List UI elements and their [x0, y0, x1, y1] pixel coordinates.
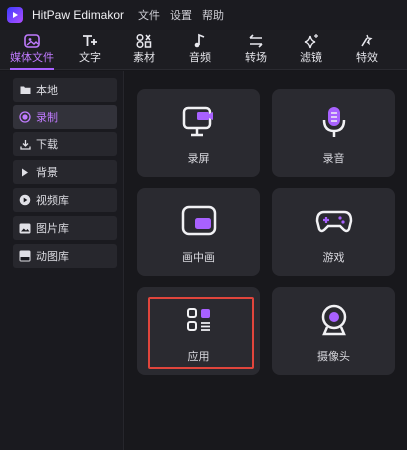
sidebar-item-gif-library[interactable]: 动图库 — [13, 244, 117, 268]
webcam-icon — [317, 303, 351, 337]
transition-arrows-icon — [245, 32, 267, 50]
gamepad-icon — [314, 204, 354, 238]
picture-in-picture-icon — [180, 204, 218, 238]
sidebar-item-background[interactable]: 背景 — [13, 160, 117, 184]
card-label: 录屏 — [187, 152, 210, 165]
tab-label: 特效 — [356, 51, 378, 64]
tab-text[interactable]: 文字 — [65, 32, 115, 68]
menu-file[interactable]: 文件 — [138, 7, 160, 23]
sparkle-icon — [300, 32, 322, 50]
card-label: 画中画 — [182, 251, 215, 264]
text-icon — [79, 32, 101, 50]
tab-label: 素材 — [133, 51, 155, 64]
card-webcam-record[interactable]: 摄像头 — [272, 287, 395, 375]
tab-label: 转场 — [245, 51, 267, 64]
sidebar-item-download[interactable]: 下载 — [13, 132, 117, 156]
card-label: 摄像头 — [317, 350, 350, 363]
assets-icon — [133, 32, 155, 50]
card-label: 录音 — [322, 152, 345, 165]
tab-assets[interactable]: 素材 — [119, 32, 169, 68]
tab-label: 滤镜 — [300, 51, 322, 64]
tab-label: 媒体文件 — [10, 51, 54, 64]
image-library-icon — [19, 223, 31, 234]
selection-highlight-box — [148, 297, 254, 369]
tab-media-file[interactable]: 媒体文件 — [7, 32, 57, 68]
microphone-icon — [317, 105, 351, 139]
tab-effects[interactable]: 特效 — [342, 32, 392, 68]
sidebar-item-local[interactable]: 本地 — [13, 78, 117, 102]
tab-filter[interactable]: 滤镜 — [286, 32, 336, 68]
card-game-record[interactable]: 游戏 — [272, 188, 395, 276]
folder-icon — [19, 85, 31, 95]
sidebar-item-label: 录制 — [36, 111, 58, 124]
title-bar: HitPaw Edimakor 文件 设置 帮助 — [0, 0, 407, 30]
download-icon — [19, 139, 31, 150]
record-icon — [19, 111, 31, 123]
music-note-icon — [189, 32, 211, 50]
active-tab-indicator — [10, 68, 54, 70]
sidebar-item-label: 图片库 — [36, 222, 69, 235]
tab-label: 文字 — [79, 51, 101, 64]
app-logo-icon — [7, 7, 23, 23]
main-toolbar: 媒体文件 文字 素材 音频 转场 滤镜 特效 — [0, 30, 407, 70]
triangle-right-icon — [19, 168, 31, 177]
sidebar-item-label: 视频库 — [36, 194, 69, 207]
tab-audio[interactable]: 音频 — [175, 32, 225, 68]
sidebar-item-label: 动图库 — [36, 250, 69, 263]
sidebar-item-label: 本地 — [36, 84, 58, 97]
menu-settings[interactable]: 设置 — [170, 7, 192, 23]
media-file-icon — [21, 32, 43, 50]
tab-label: 音频 — [189, 51, 211, 64]
sidebar-item-label: 背景 — [36, 166, 58, 179]
sidebar-item-record[interactable]: 录制 — [13, 105, 117, 129]
screen-record-icon — [180, 105, 218, 139]
gif-library-icon — [19, 250, 31, 262]
card-label: 游戏 — [322, 251, 345, 264]
record-options-panel: 录屏 录音 画中画 游戏 应用 摄像头 — [125, 71, 407, 450]
sidebar-item-video-library[interactable]: 视频库 — [13, 188, 117, 212]
effects-icon — [356, 32, 378, 50]
tab-transition[interactable]: 转场 — [231, 32, 281, 68]
video-library-icon — [19, 194, 31, 206]
app-name: HitPaw Edimakor — [32, 8, 125, 22]
card-picture-in-picture[interactable]: 画中画 — [137, 188, 260, 276]
card-screen-record[interactable]: 录屏 — [137, 89, 260, 177]
media-sidebar: 本地 录制 下载 背景 视频库 图片库 动图库 — [0, 71, 124, 450]
card-audio-record[interactable]: 录音 — [272, 89, 395, 177]
menu-help[interactable]: 帮助 — [202, 7, 224, 23]
sidebar-item-image-library[interactable]: 图片库 — [13, 216, 117, 240]
sidebar-item-label: 下载 — [36, 138, 58, 151]
